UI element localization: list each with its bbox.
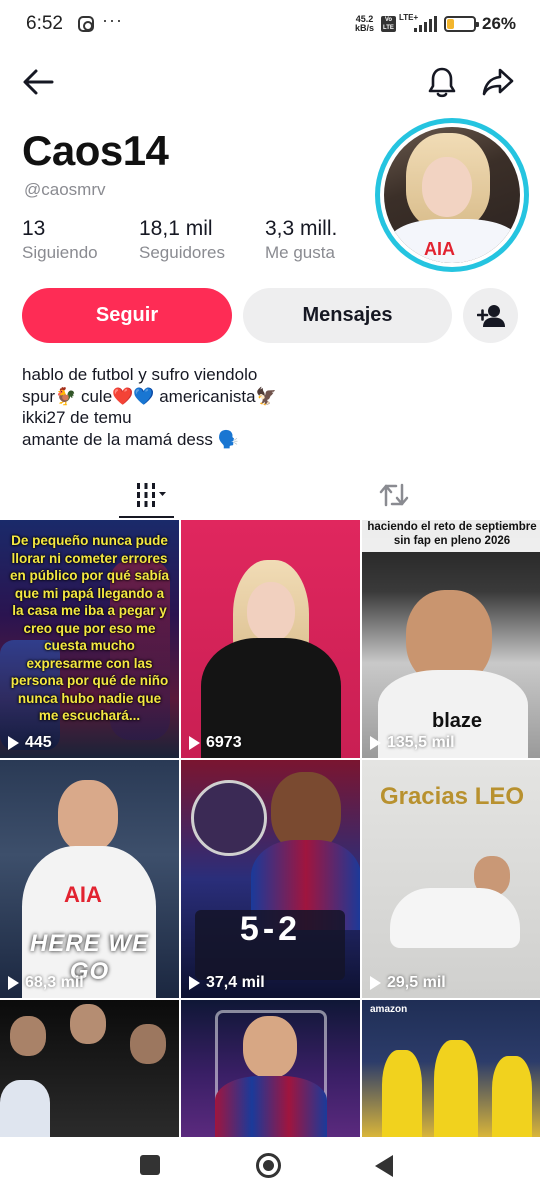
profile-display-name: Caos14 — [22, 127, 169, 174]
video-view-count: 37,4 mil — [189, 974, 265, 992]
triangle-back-icon[interactable] — [375, 1155, 393, 1177]
video-caption: amazon — [370, 1004, 408, 1015]
bio-line: spur🐓 cule❤️💙 americanista🦅 — [22, 386, 277, 406]
view-count-text: 68,3 mil — [25, 974, 84, 991]
share-button[interactable] — [478, 62, 518, 102]
play-icon — [8, 976, 19, 990]
tab-videos[interactable] — [118, 474, 174, 516]
video-caption: De pequeño nunca pude llorar ni cometer … — [9, 533, 170, 723]
arrow-left-icon — [23, 69, 54, 95]
view-count-text: 37,4 mil — [206, 974, 265, 991]
video-tile[interactable]: 6973 — [181, 520, 360, 758]
video-tile[interactable]: Gracias LEO 29,5 mil — [362, 760, 540, 998]
avatar-shirt-sponsor: AIA — [424, 239, 455, 259]
battery-percentage: 26% — [482, 14, 517, 33]
notifications-button[interactable] — [422, 62, 462, 102]
video-view-count: 68,3 mil — [8, 974, 84, 992]
grid-videos-icon — [137, 483, 166, 507]
stat-following-value: 13 — [22, 217, 46, 240]
instagram-notification-icon — [78, 16, 94, 32]
stat-followers[interactable]: 18,1 mil Seguidores — [139, 217, 225, 263]
stat-likes-label: Me gusta — [265, 243, 335, 262]
bell-icon — [428, 67, 456, 98]
system-navigation-bar — [0, 1137, 540, 1200]
volte-icon: Vo LTE — [381, 16, 396, 32]
stat-following-label: Siguiendo — [22, 243, 98, 262]
video-caption: Gracias LEO — [379, 783, 525, 810]
follow-button[interactable]: Seguir — [22, 288, 232, 343]
video-tile[interactable] — [0, 1000, 179, 1137]
repost-icon — [379, 483, 409, 507]
stat-following[interactable]: 13 Siguiendo — [22, 217, 98, 263]
square-recent-icon[interactable] — [140, 1155, 160, 1175]
video-view-count: 6973 — [189, 734, 242, 752]
view-count-text: 135,5 mil — [387, 734, 455, 751]
view-count-text: 29,5 mil — [387, 974, 446, 991]
play-icon — [370, 736, 381, 750]
view-count-text: 445 — [25, 734, 52, 751]
bio-line: hablo de futbol y sufro viendolo — [22, 365, 258, 384]
stat-followers-label: Seguidores — [139, 243, 226, 262]
message-button[interactable]: Mensajes — [243, 288, 452, 343]
battery-level-fill — [447, 19, 454, 29]
video-view-count: 445 — [8, 734, 52, 752]
play-icon — [370, 976, 381, 990]
share-arrow-icon — [482, 68, 514, 96]
status-time: 6:52 — [26, 13, 63, 34]
play-icon — [8, 736, 19, 750]
video-caption: 5-2 — [239, 910, 302, 948]
stat-likes-value: 3,3 mill. — [265, 217, 338, 240]
network-speed: 45.2 kB/s — [355, 15, 374, 33]
video-view-count: 29,5 mil — [370, 974, 446, 992]
video-tile[interactable]: haciendo el reto de septiembre sin fap e… — [362, 520, 540, 758]
video-grid: De pequeño nunca pude llorar ni cometer … — [0, 520, 540, 1137]
video-tile[interactable]: De pequeño nunca pude llorar ni cometer … — [0, 520, 179, 758]
stat-followers-value: 18,1 mil — [139, 217, 213, 240]
avatar-image: AIA — [384, 127, 520, 263]
signal-icon — [412, 16, 438, 32]
back-button[interactable] — [18, 62, 58, 102]
play-icon — [189, 736, 200, 750]
more-notifications-icon: ··· — [102, 10, 123, 30]
play-icon — [189, 976, 200, 990]
video-tile[interactable]: 5-2 37,4 mil — [181, 760, 360, 998]
circle-home-icon[interactable] — [256, 1153, 281, 1178]
video-tile[interactable]: amazon — [362, 1000, 540, 1137]
status-bar: 6:52 ··· 45.2 kB/s Vo LTE LTE+ 26% — [0, 0, 540, 50]
video-tile[interactable]: AIA HERE WE GO 68,3 mil — [0, 760, 179, 998]
video-tile[interactable] — [181, 1000, 360, 1137]
stat-likes[interactable]: 3,3 mill. Me gusta — [265, 217, 337, 263]
video-view-count: 135,5 mil — [370, 734, 455, 752]
video-caption: haciendo el reto de septiembre sin fap e… — [362, 520, 540, 552]
bio-line: amante de la mamá dess 🗣️ — [22, 429, 239, 449]
profile-handle: @caosmrv — [24, 180, 106, 199]
add-user-icon — [476, 304, 505, 327]
add-friend-button[interactable] — [463, 288, 518, 343]
profile-bio: hablo de futbol y sufro viendolo spur🐓 c… — [22, 364, 277, 450]
tab-reposts[interactable] — [372, 474, 416, 516]
avatar[interactable]: AIA — [375, 118, 529, 272]
battery-icon — [444, 16, 479, 32]
bio-line: ikki27 de temu — [22, 408, 132, 427]
view-count-text: 6973 — [206, 734, 242, 751]
active-tab-indicator — [119, 516, 174, 518]
network-speed-unit: kB/s — [355, 23, 375, 33]
